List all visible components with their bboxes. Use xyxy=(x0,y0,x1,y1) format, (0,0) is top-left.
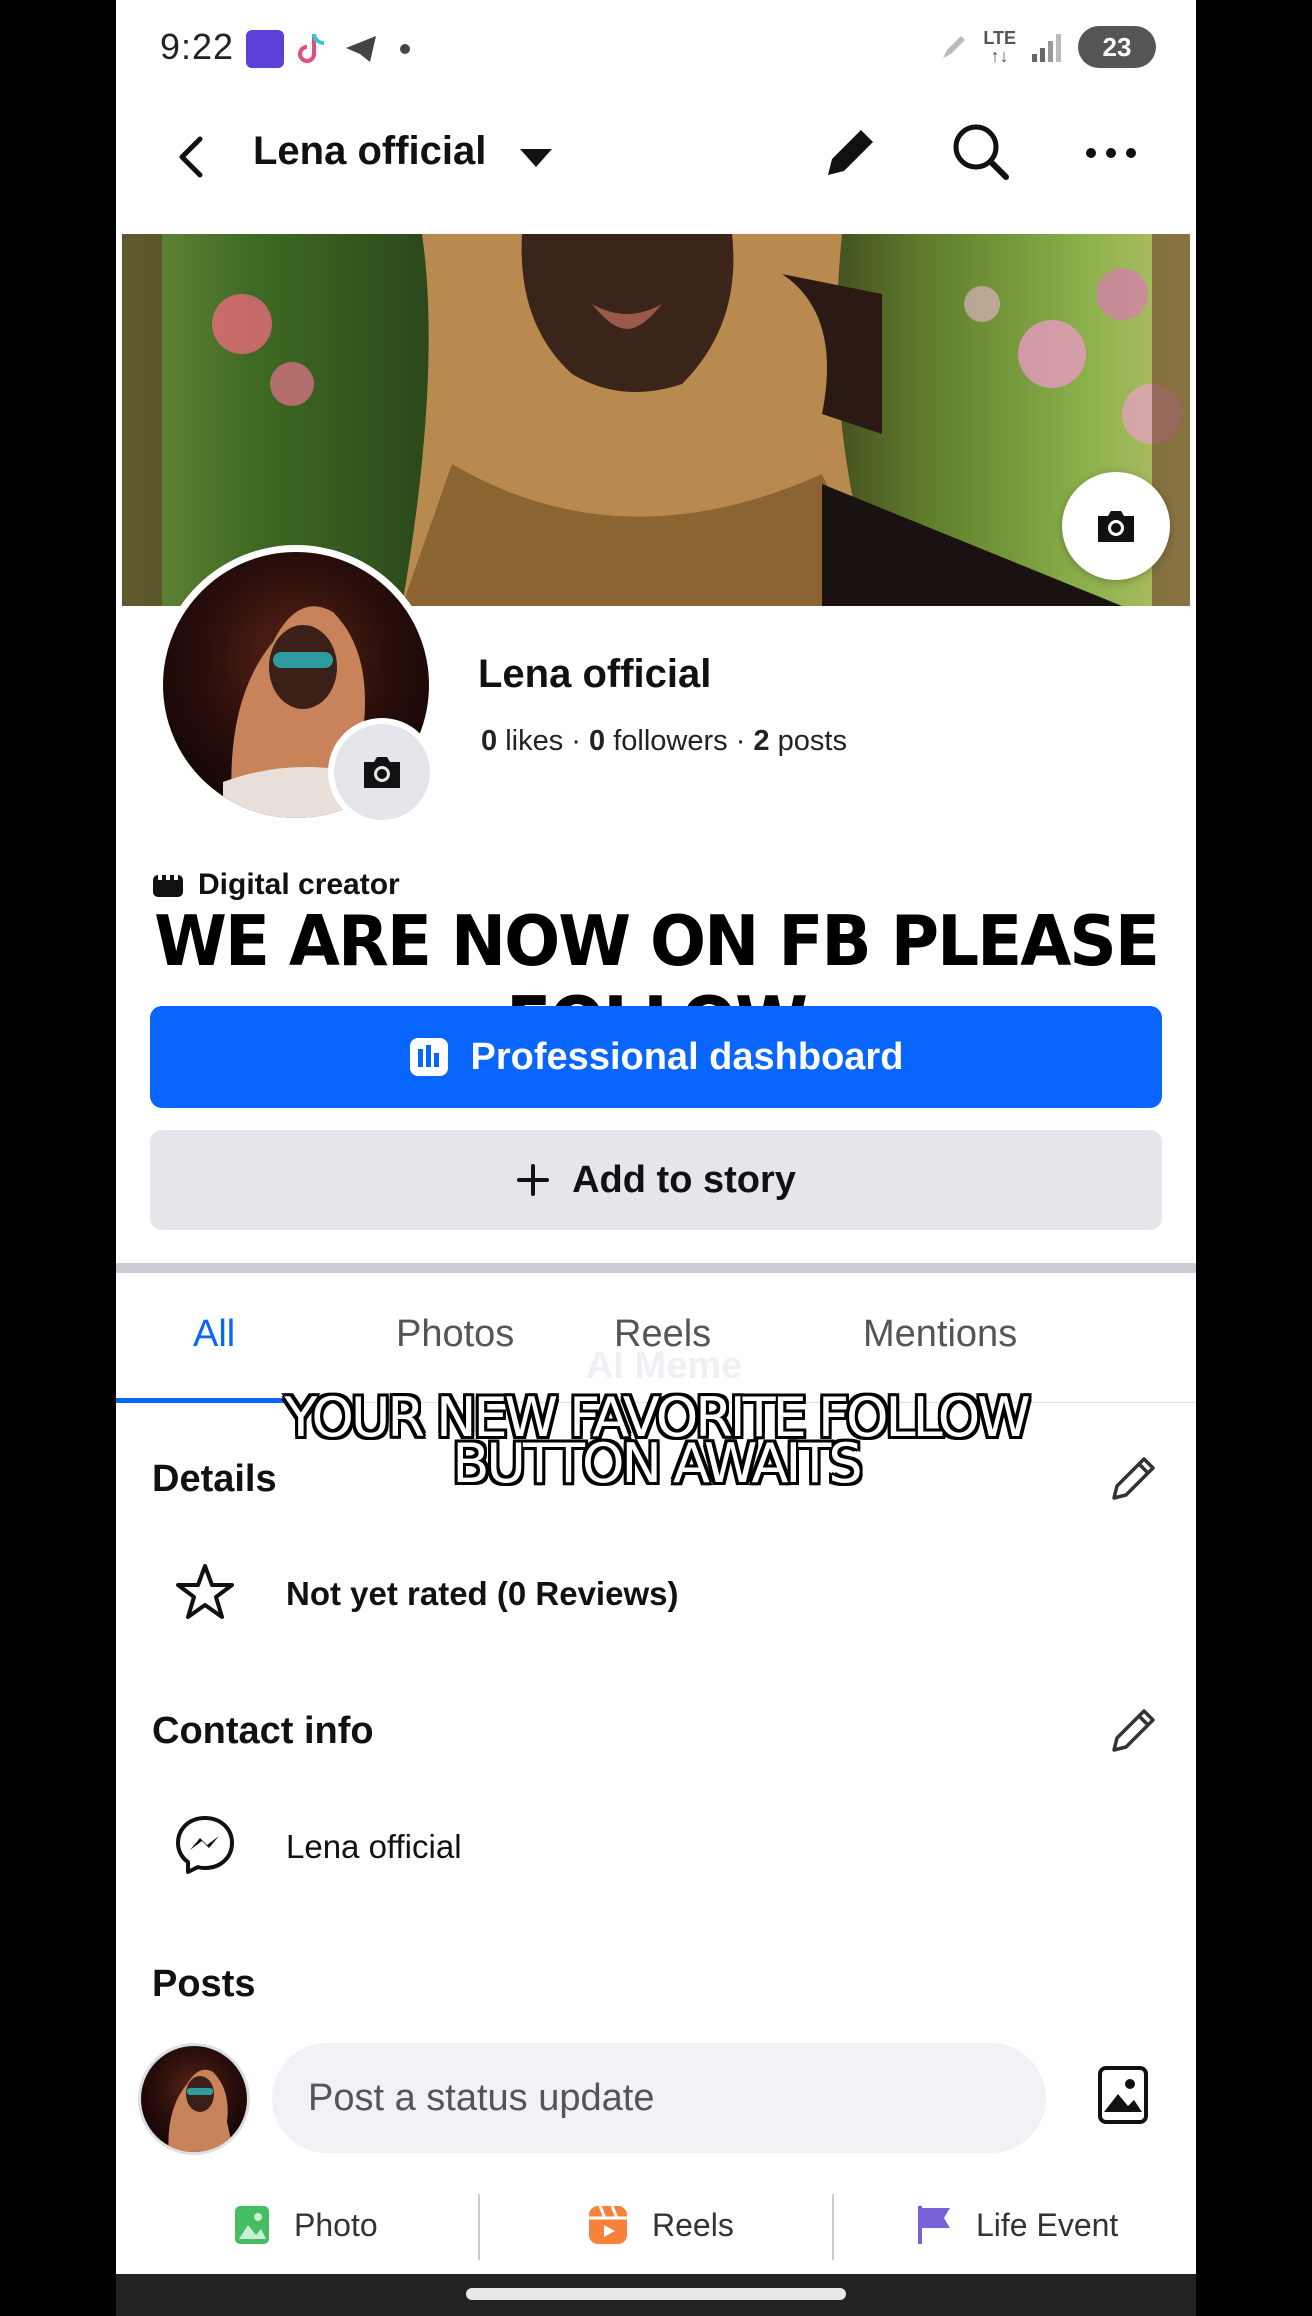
reels-icon xyxy=(589,2205,627,2244)
add-to-story-button[interactable]: Add to story xyxy=(150,1130,1162,1230)
category-row: Digital creator xyxy=(152,868,400,902)
professional-dashboard-button[interactable]: Professional dashboard xyxy=(150,1006,1162,1108)
posts-title: Posts xyxy=(152,1963,256,2005)
profile-switcher-button[interactable] xyxy=(516,143,556,173)
edit-contact-info-button[interactable] xyxy=(1106,1702,1162,1758)
tab-photos[interactable]: Photos xyxy=(396,1313,514,1356)
life-event-action-button[interactable]: Life Event xyxy=(916,2190,1118,2260)
followers-label[interactable]: followers xyxy=(613,725,727,757)
edit-cover-photo-button[interactable] xyxy=(1062,472,1170,580)
camera-icon xyxy=(1098,511,1134,542)
dot-icon xyxy=(400,44,410,54)
ghost-watermark-text: AI Meme xyxy=(586,1345,743,1387)
signal-icon xyxy=(1032,34,1061,62)
photo-icon xyxy=(235,2206,269,2244)
battery-indicator: 23 xyxy=(1078,26,1156,68)
tiktok-icon xyxy=(292,30,330,68)
category-label: Digital creator xyxy=(198,868,400,901)
arrow-left-icon xyxy=(179,136,203,178)
action-separator xyxy=(832,2194,834,2260)
system-nav-bar xyxy=(116,2274,1196,2316)
video-caption-overlay: YOUR NEW FAVORITE FOLLOW BUTTON AWAITS xyxy=(116,1391,1196,1495)
likes-count: 0 xyxy=(481,725,498,757)
dashboard-icon xyxy=(409,1038,448,1076)
avatar xyxy=(168,2069,234,2152)
star-icon xyxy=(172,1560,238,1626)
flag-icon xyxy=(918,2206,950,2244)
telegram-icon xyxy=(342,30,380,68)
plus-icon xyxy=(517,1164,550,1196)
followers-count: 0 xyxy=(589,725,606,757)
profile-tabs: All Photos Reels Mentions AI Meme xyxy=(116,1273,1196,1403)
pencil-outline-icon xyxy=(1112,1709,1155,1752)
caret-down-icon xyxy=(520,149,552,167)
edit-button[interactable] xyxy=(816,117,886,187)
image-icon xyxy=(1098,2066,1148,2124)
section-divider xyxy=(116,1263,1196,1273)
camera-icon xyxy=(364,757,400,788)
search-button[interactable] xyxy=(946,117,1016,187)
profile-stats: 0 likes · 0 followers · 2 posts xyxy=(481,725,847,757)
add-photo-button[interactable] xyxy=(1090,2062,1156,2128)
pencil-status-icon xyxy=(943,36,966,58)
posts-label[interactable]: posts xyxy=(778,725,847,757)
status-bar: 9:22 LTE ↑↓ 23 xyxy=(116,0,1196,95)
page-title[interactable]: Lena official xyxy=(253,129,486,174)
clapperboard-icon xyxy=(153,875,183,897)
more-dots-icon xyxy=(1086,148,1136,158)
network-indicator: LTE ↑↓ xyxy=(983,28,1016,66)
composer-avatar[interactable] xyxy=(138,2043,250,2155)
edit-profile-picture-button[interactable] xyxy=(328,718,436,826)
post-actions-bar: Photo Reels Life Event xyxy=(116,2180,1196,2270)
contact-info-title: Contact info xyxy=(152,1710,374,1752)
life-event-action-label: Life Event xyxy=(976,2206,1119,2243)
messenger-contact[interactable]: Lena official xyxy=(286,1828,462,1866)
back-button[interactable] xyxy=(164,127,224,187)
likes-label[interactable]: likes xyxy=(505,725,563,757)
top-bar: Lena official xyxy=(116,95,1196,235)
action-separator xyxy=(478,2194,480,2260)
reels-action-button[interactable]: Reels xyxy=(588,2190,734,2260)
status-update-placeholder: Post a status update xyxy=(308,2076,655,2119)
more-options-button[interactable] xyxy=(1076,117,1146,187)
caption-line-2: BUTTON AWAITS xyxy=(452,1432,862,1495)
home-gesture-bar[interactable] xyxy=(466,2288,846,2300)
posts-count: 2 xyxy=(753,725,770,757)
football-app-icon xyxy=(246,30,284,68)
add-to-story-label: Add to story xyxy=(572,1158,796,1201)
photo-action-button[interactable]: Photo xyxy=(234,2190,378,2260)
phone-screen: 9:22 LTE ↑↓ 23 Lena official Lena offici… xyxy=(116,0,1196,2316)
status-time: 9:22 xyxy=(160,26,235,67)
search-icon xyxy=(953,124,1009,180)
photo-action-label: Photo xyxy=(294,2206,378,2243)
messenger-icon xyxy=(172,1812,238,1878)
profile-name: Lena official xyxy=(478,652,712,696)
pencil-icon xyxy=(828,127,876,175)
reels-action-label: Reels xyxy=(652,2206,734,2243)
status-update-input[interactable]: Post a status update xyxy=(272,2043,1046,2153)
tab-mentions[interactable]: Mentions xyxy=(863,1313,1017,1356)
tab-all[interactable]: All xyxy=(193,1313,235,1356)
rating-text[interactable]: Not yet rated (0 Reviews) xyxy=(286,1575,678,1613)
professional-dashboard-label: Professional dashboard xyxy=(470,1035,904,1078)
